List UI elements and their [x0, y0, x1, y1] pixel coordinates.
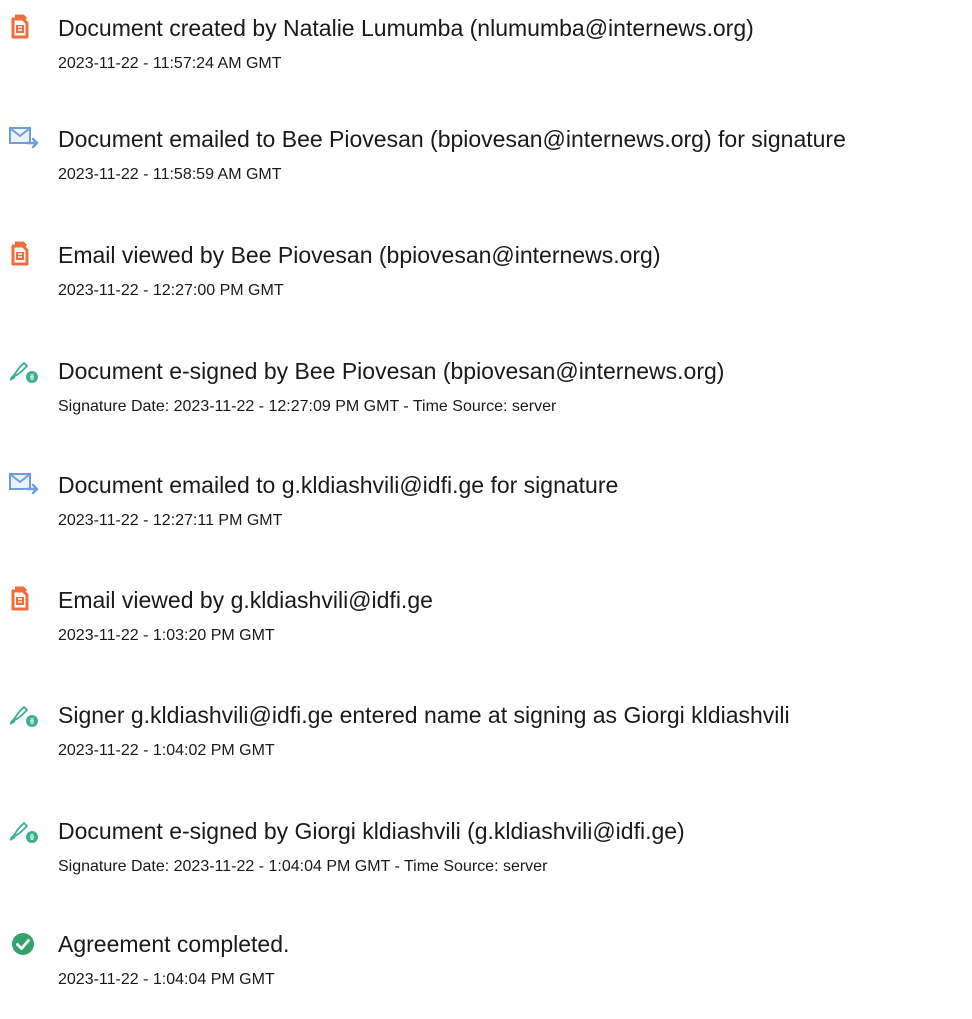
- audit-event: Document e-signed by Bee Piovesan (bpiov…: [0, 356, 972, 446]
- email-viewed-icon: [7, 585, 41, 615]
- signer-name-icon: [7, 700, 41, 730]
- e-sign-icon: [7, 356, 41, 386]
- event-timestamp: 2023-11-22 - 1:04:02 PM GMT: [58, 742, 275, 759]
- event-timestamp: Signature Date: 2023-11-22 - 1:04:04 PM …: [58, 858, 548, 875]
- completed-check-icon: [7, 929, 41, 959]
- event-title: Document created by Natalie Lumumba (nlu…: [58, 15, 754, 41]
- audit-event: Document emailed to Bee Piovesan (bpiove…: [0, 124, 972, 214]
- event-title: Signer g.kldiashvili@idfi.ge entered nam…: [58, 702, 790, 728]
- event-title: Email viewed by g.kldiashvili@idfi.ge: [58, 587, 433, 613]
- event-timestamp: 2023-11-22 - 12:27:00 PM GMT: [58, 282, 284, 299]
- e-sign-icon: [7, 816, 41, 846]
- event-timestamp: 2023-11-22 - 1:03:20 PM GMT: [58, 627, 275, 644]
- email-viewed-icon: [7, 240, 41, 270]
- audit-event: Document created by Natalie Lumumba (nlu…: [0, 13, 972, 103]
- audit-event: Document emailed to g.kldiashvili@idfi.g…: [0, 470, 972, 560]
- audit-event: Email viewed by g.kldiashvili@idfi.ge 20…: [0, 585, 972, 675]
- document-created-icon: [7, 13, 41, 43]
- event-title: Document emailed to Bee Piovesan (bpiove…: [58, 126, 846, 152]
- event-timestamp: 2023-11-22 - 1:04:04 PM GMT: [58, 971, 275, 988]
- audit-event: Document e-signed by Giorgi kldiashvili …: [0, 816, 972, 906]
- audit-event: Signer g.kldiashvili@idfi.ge entered nam…: [0, 700, 972, 790]
- event-title: Document e-signed by Giorgi kldiashvili …: [58, 818, 685, 844]
- audit-event: Agreement completed. 2023-11-22 - 1:04:0…: [0, 929, 972, 1019]
- event-timestamp: 2023-11-22 - 11:58:59 AM GMT: [58, 166, 282, 183]
- event-title: Document emailed to g.kldiashvili@idfi.g…: [58, 472, 619, 498]
- event-title: Email viewed by Bee Piovesan (bpiovesan@…: [58, 242, 661, 268]
- event-title: Agreement completed.: [58, 931, 290, 957]
- email-sent-icon: [7, 470, 41, 500]
- event-timestamp: Signature Date: 2023-11-22 - 12:27:09 PM…: [58, 398, 557, 415]
- email-sent-icon: [7, 124, 41, 154]
- event-timestamp: 2023-11-22 - 12:27:11 PM GMT: [58, 512, 283, 529]
- event-title: Document e-signed by Bee Piovesan (bpiov…: [58, 358, 725, 384]
- audit-event: Email viewed by Bee Piovesan (bpiovesan@…: [0, 240, 972, 330]
- event-timestamp: 2023-11-22 - 11:57:24 AM GMT: [58, 55, 282, 72]
